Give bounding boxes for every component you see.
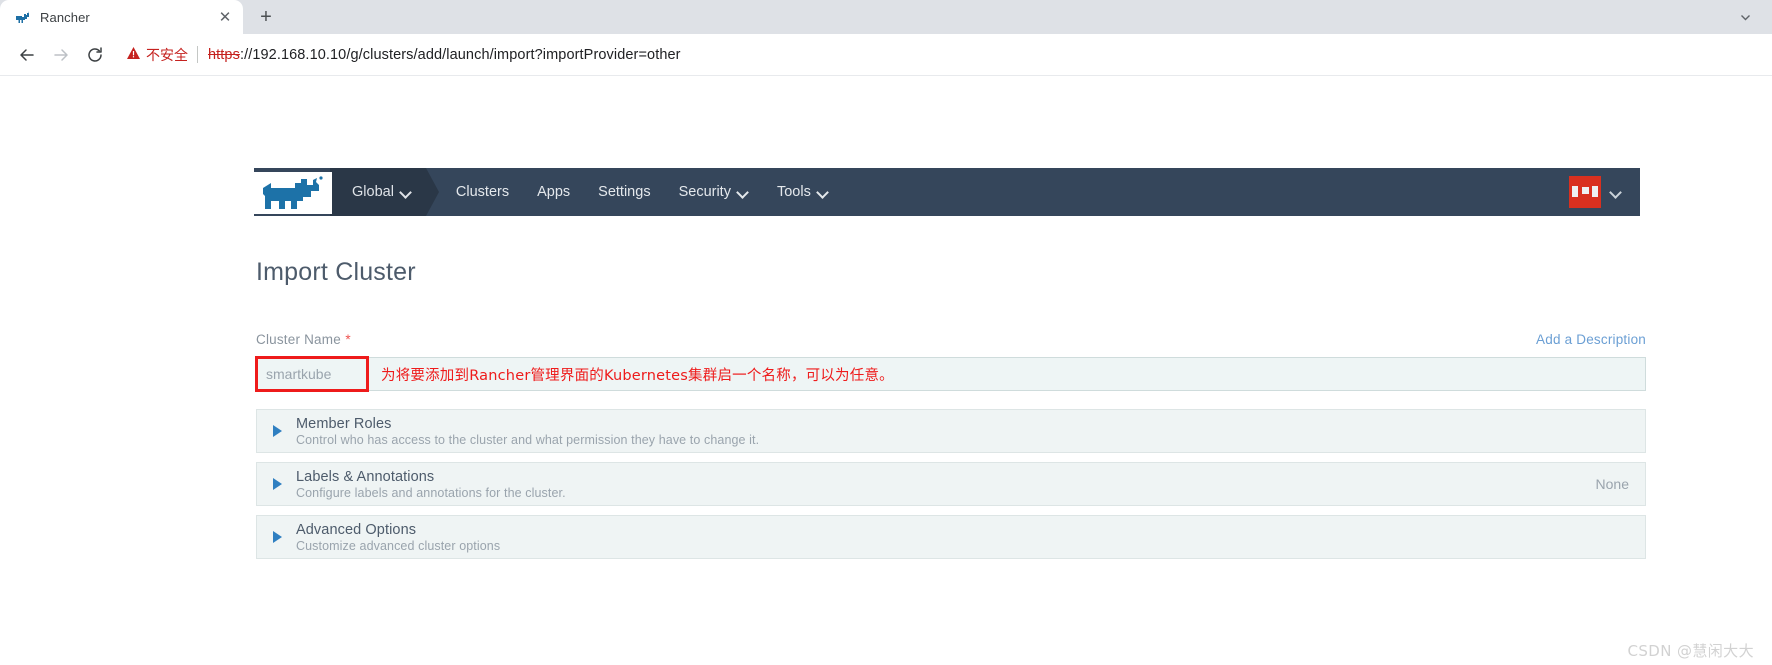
browser-chrome: Rancher ✕ + 不安全 https://192.168.10.10/g/… [0,0,1772,76]
url-rest: ://192.168.10.10/g/clusters/add/launch/i… [239,46,681,63]
nav-item-settings[interactable]: Settings [584,168,664,216]
nav-scope-global[interactable]: Global [330,168,439,216]
section-title: Member Roles [296,415,392,432]
cluster-name-row: 为将要添加到Rancher管理界面的Kubernetes集群启一个名称，可以为任… [255,356,1646,392]
cluster-name-label-group: Cluster Name * [256,331,351,349]
nav-right-group [1569,168,1640,216]
nav-item-label: Apps [537,184,571,200]
watermark: CSDN @慧闲大大 [1627,642,1754,660]
browser-tabstrip: Rancher ✕ + [0,0,1772,34]
add-description-link[interactable]: Add a Description [1536,332,1646,347]
nav-item-label: Clusters [455,184,510,200]
reload-icon[interactable] [80,40,110,70]
warning-triangle-icon [126,46,141,63]
nav-scope-label: Global [352,184,394,200]
rancher-page: Global Clusters Apps Settings Security T… [0,76,1772,665]
page-title: Import Cluster [256,258,416,286]
cluster-name-input[interactable] [257,358,367,390]
cluster-name-highlight [255,356,369,392]
caret-right-icon [273,425,282,437]
section-labels-annotations[interactable]: Labels & Annotations Configure labels an… [256,462,1646,506]
address-bar[interactable]: 不安全 https://192.168.10.10/g/clusters/add… [122,41,1760,69]
nav-item-label: Settings [598,184,651,200]
rancher-cow-favicon [14,9,31,26]
section-title: Advanced Options [296,521,417,538]
cluster-name-annotation: 为将要添加到Rancher管理界面的Kubernetes集群启一个名称，可以为任… [381,367,894,384]
nav-item-tools[interactable]: Tools [763,168,843,216]
url-text: https://192.168.10.10/g/clusters/add/lau… [208,47,681,63]
nav-item-label: Security [678,184,731,200]
url-scheme: https [208,46,240,63]
browser-toolbar: 不安全 https://192.168.10.10/g/clusters/add… [0,34,1772,76]
import-cluster-form: Cluster Name * Add a Description 为将要添加到R… [255,331,1646,559]
required-marker: * [345,332,351,347]
chevron-down-icon [738,187,749,198]
new-tab-button[interactable]: + [251,2,281,32]
chevron-down-icon [401,187,412,198]
user-avatar-icon[interactable] [1569,176,1601,208]
chevron-down-icon[interactable] [1730,0,1760,34]
browser-tab-title: Rancher [40,9,90,25]
rancher-cow-logo[interactable] [252,172,332,214]
nav-item-apps[interactable]: Apps [523,168,584,216]
nav-item-label: Tools [776,184,811,200]
section-advanced-options[interactable]: Advanced Options Customize advanced clus… [256,515,1646,559]
cluster-name-label-row: Cluster Name * Add a Description [256,331,1646,349]
caret-right-icon [273,478,282,490]
security-warning-text: 不安全 [146,46,188,63]
browser-tab[interactable]: Rancher ✕ [0,0,243,34]
nav-item-security[interactable]: Security [665,168,763,216]
omnibox-divider [197,46,198,63]
section-member-roles[interactable]: Member Roles Control who has access to t… [256,409,1646,453]
caret-right-icon [273,531,282,543]
arrow-right-icon[interactable] [46,40,76,70]
nav-items: Global Clusters Apps Settings Security T… [330,168,843,216]
chevron-down-icon [818,187,829,198]
cluster-name-label: Cluster Name [256,332,341,347]
section-texts: Advanced Options Customize advanced clus… [296,522,500,553]
section-subtitle: Customize advanced cluster options [296,538,501,553]
close-icon[interactable]: ✕ [215,7,235,27]
section-title: Labels & Annotations [296,468,435,485]
section-texts: Member Roles Control who has access to t… [296,416,759,447]
nav-item-clusters[interactable]: Clusters [442,168,523,216]
section-texts: Labels & Annotations Configure labels an… [296,469,566,500]
security-warning[interactable]: 不安全 [126,45,197,65]
section-subtitle: Configure labels and annotations for the… [296,485,566,500]
rancher-top-nav: Global Clusters Apps Settings Security T… [254,168,1640,216]
arrow-left-icon[interactable] [12,40,42,70]
cluster-sections-accordion: Member Roles Control who has access to t… [256,409,1646,559]
section-subtitle: Control who has access to the cluster an… [296,432,760,447]
section-value: None [1595,476,1629,492]
chevron-down-icon[interactable] [1611,187,1622,198]
